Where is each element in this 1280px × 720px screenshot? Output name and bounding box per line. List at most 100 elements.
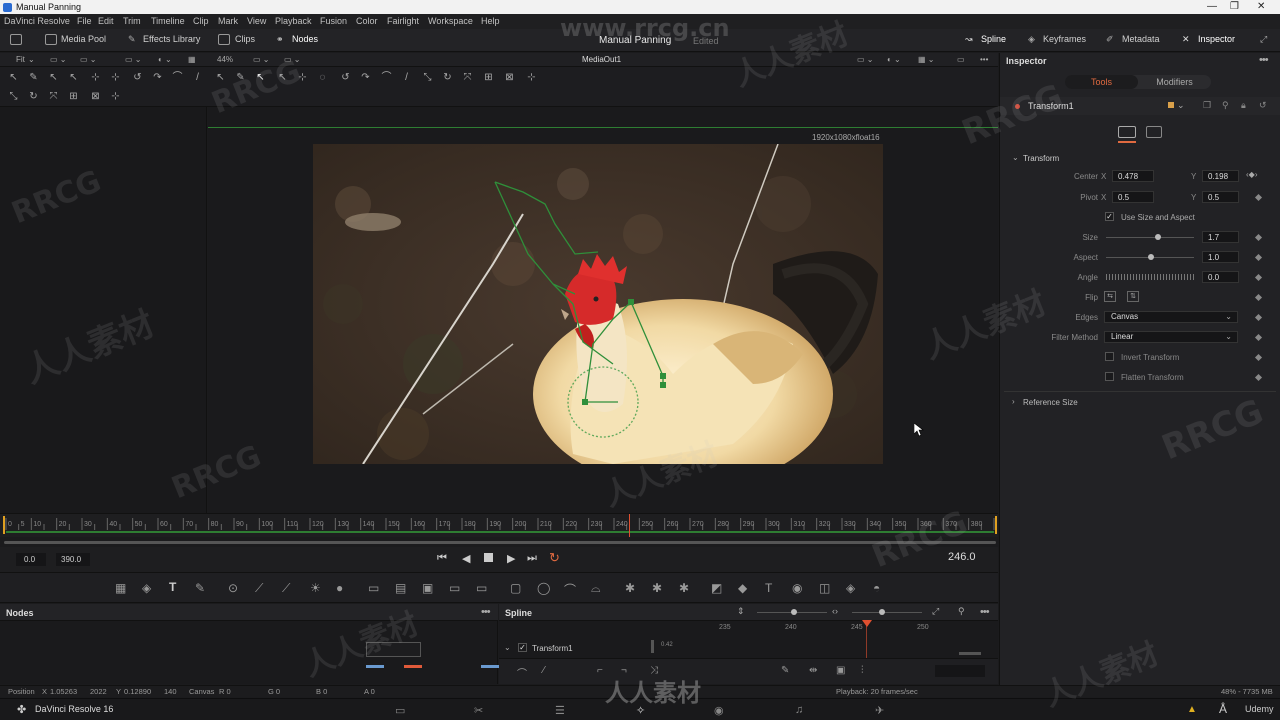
node-tile[interactable]: [366, 642, 421, 657]
viewer-lut-icon[interactable]: ◐ ⌄: [887, 55, 901, 64]
node-color-icon[interactable]: [1168, 102, 1174, 108]
tool-icon[interactable]: ⌒: [172, 72, 183, 83]
menu-help[interactable]: Help: [481, 16, 500, 26]
tool-icon[interactable]: ⊞: [483, 72, 494, 83]
merge3d-icon[interactable]: ◉: [792, 581, 802, 595]
page-edit-icon[interactable]: ☰: [555, 704, 565, 717]
tool-icon[interactable]: ⊹: [526, 72, 537, 83]
keyframe-diamond-icon[interactable]: [1254, 333, 1263, 342]
page-media-icon[interactable]: ▭: [395, 704, 405, 717]
viewer-option-icon-4[interactable]: ▭ ⌄: [284, 55, 300, 64]
tool-icon[interactable]: ↺: [340, 72, 351, 83]
nodes-more-icon[interactable]: •••: [481, 606, 491, 618]
menu-view[interactable]: View: [247, 16, 266, 26]
version-icon[interactable]: ❐: [1203, 100, 1211, 111]
expand-icon[interactable]: ⤢: [1260, 34, 1267, 45]
viewer-option-icon-3[interactable]: ▭ ⌄: [253, 55, 269, 64]
loop-icon[interactable]: ↻: [549, 550, 560, 566]
tool-icon[interactable]: ⤧: [462, 72, 473, 83]
horizontal-zoom-icon[interactable]: ‹›: [832, 606, 838, 616]
zoom-icon[interactable]: ⚲: [958, 606, 965, 617]
keyframe-diamond-icon[interactable]: [1254, 353, 1263, 362]
pivot-x-field[interactable]: [1112, 191, 1154, 203]
nodes-panel[interactable]: Nodes •••: [0, 604, 499, 684]
brightness-tool-icon[interactable]: ☀: [310, 581, 321, 595]
menu-playback[interactable]: Playback: [275, 16, 312, 26]
flip-vertical-icon[interactable]: ⇅: [1127, 291, 1139, 302]
smooth-icon[interactable]: ⌒: [517, 665, 527, 680]
tool-icon[interactable]: ↻: [28, 91, 39, 102]
scrub-bar[interactable]: [0, 537, 998, 547]
tool-icon[interactable]: ⊞: [68, 91, 79, 102]
keyframe-diamond-icon[interactable]: [1254, 233, 1263, 242]
media-pool-button[interactable]: Media Pool: [61, 34, 106, 44]
menu-timeline[interactable]: Timeline: [151, 16, 185, 26]
center-y-field[interactable]: [1202, 170, 1239, 182]
blur-tool-icon[interactable]: ▭: [368, 581, 379, 595]
tab-modifiers[interactable]: Modifiers: [1138, 75, 1211, 89]
spotlight3d-icon[interactable]: ◓: [873, 581, 880, 595]
panel-toggle-icon[interactable]: [10, 34, 22, 45]
viewer[interactable]: 1920x1080xfloat16: [208, 107, 998, 513]
tool-icon[interactable]: ↺: [132, 72, 143, 83]
page-fairlight-icon[interactable]: ♫: [795, 704, 803, 716]
inspector-more-icon[interactable]: •••: [1259, 54, 1269, 66]
rectangle-mask-icon[interactable]: ▢: [510, 581, 521, 595]
tool-icon[interactable]: ↷: [360, 72, 371, 83]
viewer-channel-icon[interactable]: ▭ ⌄: [125, 55, 141, 64]
effects-library-button[interactable]: Effects Library: [143, 34, 200, 44]
spline-scrollbar[interactable]: [959, 652, 981, 655]
nodes-button[interactable]: Nodes: [292, 34, 318, 44]
color-correct-tool-icon[interactable]: ●: [336, 581, 343, 595]
track-enable-checkbox[interactable]: ✓: [518, 643, 527, 652]
tab-tools[interactable]: Tools: [1065, 75, 1138, 89]
tool-icon[interactable]: ⤡: [422, 72, 433, 83]
particle-tool-icon-2[interactable]: ✱: [652, 581, 662, 595]
render-start-field[interactable]: 0.0: [16, 553, 46, 566]
spline-more-icon[interactable]: •••: [980, 606, 990, 618]
pivot-y-field[interactable]: [1202, 191, 1239, 203]
size-field[interactable]: [1202, 231, 1239, 243]
tool-icon[interactable]: ↖: [255, 72, 266, 83]
tool-icon[interactable]: ↖: [8, 72, 19, 83]
menu-color[interactable]: Color: [356, 16, 378, 26]
text-tool-icon[interactable]: T: [169, 580, 176, 594]
polygon-tool-icon[interactable]: ⊙: [228, 581, 238, 595]
vertical-zoom-icon[interactable]: ⇕: [737, 606, 745, 617]
fit-dropdown[interactable]: Fit: [16, 55, 25, 64]
zoom-dropdown[interactable]: 44%: [217, 55, 233, 64]
flip-horizontal-icon[interactable]: ⇆: [1104, 291, 1116, 302]
tool-icon[interactable]: /: [192, 72, 203, 83]
transform-tool-icon[interactable]: ▭: [449, 581, 460, 595]
filter-method-dropdown[interactable]: Linear ⌄: [1104, 331, 1238, 343]
maximize-icon[interactable]: ❐: [1230, 1, 1239, 12]
page-deliver-icon[interactable]: ✈: [875, 704, 884, 717]
spline-button[interactable]: Spline: [981, 34, 1006, 44]
node-enable-icon[interactable]: [1015, 104, 1020, 109]
clips-button[interactable]: Clips: [235, 34, 255, 44]
merge-tool-icon[interactable]: ▤: [395, 581, 406, 595]
menu-fairlight[interactable]: Fairlight: [387, 16, 419, 26]
grid-icon[interactable]: ▦: [188, 55, 196, 64]
tool-icon[interactable]: /: [401, 72, 412, 83]
zoom-slider-2[interactable]: [852, 612, 922, 613]
polygon-mask-icon[interactable]: ⌒: [564, 581, 576, 598]
viewer-option-icon[interactable]: ▭ ⌄: [50, 55, 66, 64]
tool-icon[interactable]: ✎: [28, 72, 39, 83]
zoom-slider-knob-2[interactable]: [879, 609, 885, 615]
background-tool-icon[interactable]: ▦: [115, 581, 126, 595]
viewer-more-icon[interactable]: •••: [980, 55, 988, 64]
keyframe-diamond-icon[interactable]: [1254, 293, 1263, 302]
viewer-option-icon-2[interactable]: ▭ ⌄: [80, 55, 96, 64]
current-frame[interactable]: 246.0: [948, 551, 976, 563]
keyframe-diamond-icon[interactable]: [1254, 273, 1263, 282]
viewer-roi-icon[interactable]: ▭ ⌄: [857, 55, 873, 64]
tool-icon[interactable]: ↻: [442, 72, 453, 83]
play-icon[interactable]: ▶: [507, 552, 515, 565]
go-to-end-icon[interactable]: ⏭: [527, 552, 537, 565]
page-cut-icon[interactable]: ✂: [474, 704, 483, 717]
step-in-icon[interactable]: ⌐: [597, 665, 603, 676]
text3d-icon[interactable]: T: [765, 581, 772, 595]
menu-file[interactable]: File: [77, 16, 92, 26]
fit-icon[interactable]: ⤢: [932, 606, 939, 617]
